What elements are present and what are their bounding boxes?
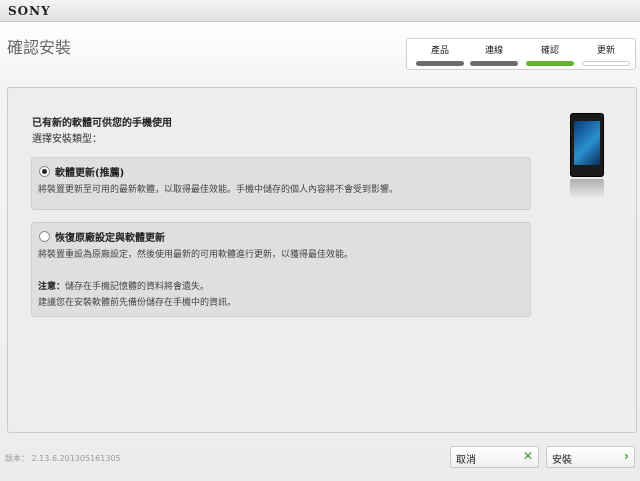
option-software-update[interactable]: 軟體更新(推薦) 將裝置更新至可用的最新軟體，以取得最佳效能。手機中儲存的個人內… bbox=[31, 157, 531, 210]
install-button[interactable]: 安裝 › bbox=[546, 446, 635, 468]
version-label: 版本： 2.13.6.201305161305 bbox=[5, 454, 121, 463]
progress-steps: 產品 連線 確認 更新 bbox=[406, 38, 636, 70]
close-icon[interactable]: ✕ bbox=[523, 449, 533, 463]
note-line-2: 建議您在安裝軟體前先備份儲存在手機中的資訊。 bbox=[38, 298, 237, 308]
step-confirm: 確認 bbox=[525, 43, 575, 66]
step-bar bbox=[526, 61, 574, 66]
title-bar: SONY bbox=[0, 0, 640, 22]
step-bar bbox=[416, 61, 464, 66]
radio-factory-reset[interactable] bbox=[39, 231, 50, 242]
chevron-right-icon[interactable]: › bbox=[624, 449, 629, 463]
phone-body bbox=[570, 113, 604, 177]
note-label: 注意： bbox=[38, 282, 66, 292]
step-product: 產品 bbox=[415, 43, 465, 66]
page-title: 確認安裝 bbox=[7, 38, 72, 57]
install-button-label[interactable]: 安裝 bbox=[552, 451, 572, 466]
phone-screen bbox=[574, 121, 600, 165]
panel-heading: 已有新的軟體可供您的手機使用 bbox=[32, 118, 172, 129]
install-type-panel: 已有新的軟體可供您的手機使用 選擇安裝類型： 軟體更新(推薦) 將裝置更新至可用… bbox=[7, 87, 637, 433]
note-line-1: 注意：儲存在手機記憶體的資料將會遺失。 bbox=[38, 279, 209, 292]
option-title[interactable]: 恢復原廠設定與軟體更新 bbox=[55, 229, 165, 244]
step-connect: 連線 bbox=[469, 43, 519, 66]
option-description: 將裝置更新至可用的最新軟體，以取得最佳效能。手機中儲存的個人內容將不會受到影響。 bbox=[38, 185, 399, 195]
step-update: 更新 bbox=[581, 43, 631, 66]
option-factory-reset[interactable]: 恢復原廠設定與軟體更新 將裝置重設為原廠設定，然後使用最新的可用軟體進行更新，以… bbox=[31, 222, 531, 317]
brand-logo: SONY bbox=[8, 4, 51, 18]
installer-window: 確認安裝 產品 連線 確認 更新 已有新的軟體可供您的手機使用 選擇安裝類型： … bbox=[0, 22, 640, 481]
panel-subheading: 選擇安裝類型： bbox=[32, 134, 102, 145]
step-label: 產品 bbox=[430, 46, 449, 56]
cancel-button-label[interactable]: 取消 bbox=[456, 451, 476, 466]
note-text: 儲存在手機記憶體的資料將會遺失。 bbox=[65, 282, 210, 292]
step-label: 更新 bbox=[596, 46, 615, 56]
step-label: 連線 bbox=[484, 46, 503, 56]
option-title[interactable]: 軟體更新(推薦) bbox=[55, 164, 124, 179]
step-bar bbox=[470, 61, 518, 66]
option-description: 將裝置重設為原廠設定，然後使用最新的可用軟體進行更新，以獲得最佳效能。 bbox=[38, 250, 354, 260]
cancel-button[interactable]: 取消 ✕ bbox=[450, 446, 539, 468]
step-label: 確認 bbox=[540, 46, 559, 56]
radio-software-update[interactable] bbox=[39, 166, 50, 177]
phone-reflection bbox=[570, 179, 604, 199]
phone-image bbox=[570, 113, 604, 201]
step-bar bbox=[582, 61, 630, 66]
